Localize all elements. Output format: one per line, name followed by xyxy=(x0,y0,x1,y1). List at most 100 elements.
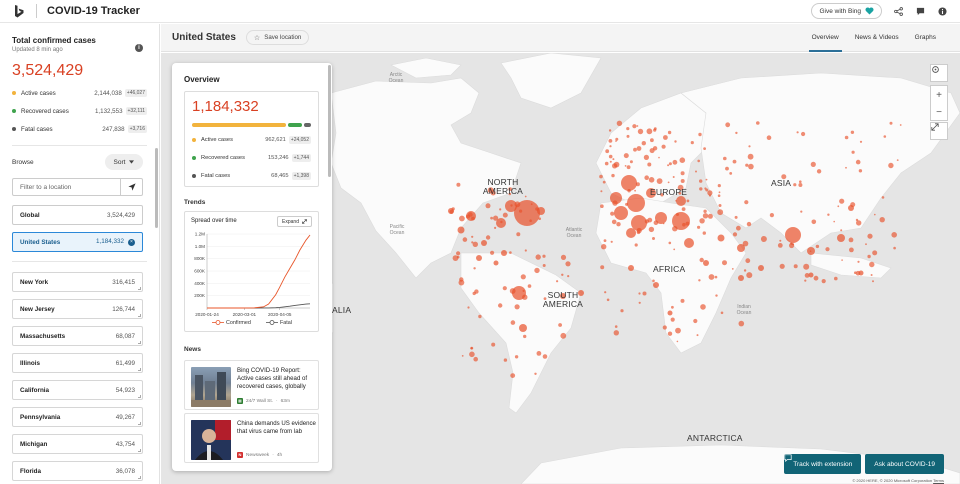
case-bubble[interactable] xyxy=(644,219,649,224)
case-bubble[interactable] xyxy=(481,240,487,246)
case-bubble[interactable] xyxy=(490,250,495,255)
case-bubble[interactable] xyxy=(612,158,615,161)
case-bubble[interactable] xyxy=(708,194,712,197)
case-bubble[interactable] xyxy=(734,215,738,219)
case-bubble[interactable] xyxy=(634,243,638,247)
case-bubble[interactable] xyxy=(524,249,527,252)
case-bubble[interactable] xyxy=(766,135,772,140)
case-bubble[interactable] xyxy=(514,355,519,359)
case-bubble[interactable] xyxy=(535,254,541,260)
case-bubble[interactable] xyxy=(608,129,612,132)
case-bubble[interactable] xyxy=(723,156,727,161)
case-bubble[interactable] xyxy=(502,212,508,218)
case-bubble[interactable] xyxy=(850,130,855,134)
case-bubble[interactable] xyxy=(779,239,782,242)
case-bubble[interactable] xyxy=(717,184,721,188)
case-bubble[interactable] xyxy=(509,288,516,294)
case-bubble[interactable] xyxy=(679,157,686,163)
case-bubble[interactable] xyxy=(652,279,655,283)
case-bubble[interactable] xyxy=(471,235,474,238)
case-bubble[interactable] xyxy=(785,227,801,243)
case-bubble[interactable] xyxy=(676,213,679,216)
case-bubble[interactable] xyxy=(702,231,706,235)
case-bubble[interactable] xyxy=(855,159,861,165)
case-bubble[interactable] xyxy=(796,131,799,134)
case-bubble[interactable] xyxy=(560,332,567,339)
case-bubble[interactable] xyxy=(519,324,527,332)
case-bubble[interactable] xyxy=(474,289,479,294)
case-bubble[interactable] xyxy=(736,225,741,231)
case-bubble[interactable] xyxy=(816,169,822,174)
case-bubble[interactable] xyxy=(633,147,637,152)
case-bubble[interactable] xyxy=(851,150,855,154)
selected-location-card[interactable]: United States 1,184,332 × xyxy=(12,232,143,252)
case-bubble[interactable] xyxy=(627,194,645,212)
case-bubble[interactable] xyxy=(696,334,699,337)
case-bubble[interactable] xyxy=(626,134,630,138)
case-bubble[interactable] xyxy=(685,221,690,226)
state-card[interactable]: Illinois 61,499 xyxy=(12,353,143,373)
case-bubble[interactable] xyxy=(804,273,810,278)
case-bubble[interactable] xyxy=(681,207,686,212)
case-bubble[interactable] xyxy=(606,298,610,302)
case-bubble[interactable] xyxy=(731,268,734,270)
case-bubble[interactable] xyxy=(844,135,849,140)
case-bubble[interactable] xyxy=(837,234,845,242)
case-bubble[interactable] xyxy=(530,203,533,206)
case-bubble[interactable] xyxy=(799,180,802,183)
case-bubble[interactable] xyxy=(491,342,496,347)
case-bubble[interactable] xyxy=(498,303,503,308)
case-bubble[interactable] xyxy=(743,269,747,272)
case-bubble[interactable] xyxy=(815,244,820,249)
case-bubble[interactable] xyxy=(609,160,612,163)
case-bubble[interactable] xyxy=(467,306,470,309)
case-bubble[interactable] xyxy=(561,273,564,276)
case-bubble[interactable] xyxy=(458,279,465,286)
info-icon[interactable] xyxy=(936,5,948,17)
case-bubble[interactable] xyxy=(738,320,745,327)
case-bubble[interactable] xyxy=(680,179,685,183)
case-bubble[interactable] xyxy=(845,166,847,169)
case-bubble[interactable] xyxy=(534,267,540,274)
case-bubble[interactable] xyxy=(717,234,725,242)
case-bubble[interactable] xyxy=(758,265,764,271)
case-bubble[interactable] xyxy=(698,132,702,137)
case-bubble[interactable] xyxy=(609,145,612,148)
case-bubble[interactable] xyxy=(603,239,607,243)
case-bubble[interactable] xyxy=(613,161,620,168)
case-bubble[interactable] xyxy=(510,320,516,325)
case-bubble[interactable] xyxy=(520,274,526,280)
case-bubble[interactable] xyxy=(699,257,704,263)
case-bubble[interactable] xyxy=(456,182,461,187)
state-card[interactable]: Michigan 43,754 xyxy=(12,434,143,454)
case-bubble[interactable] xyxy=(697,225,701,229)
case-bubble[interactable] xyxy=(509,251,512,254)
case-bubble[interactable] xyxy=(637,128,644,135)
case-bubble[interactable] xyxy=(801,131,806,137)
case-bubble[interactable] xyxy=(715,294,718,297)
zoom-in-icon[interactable]: + xyxy=(936,90,942,101)
case-bubble[interactable] xyxy=(702,213,709,219)
case-bubble[interactable] xyxy=(708,274,715,280)
case-bubble[interactable] xyxy=(707,213,713,219)
case-bubble[interactable] xyxy=(676,196,686,206)
case-bubble[interactable] xyxy=(472,241,478,247)
case-bubble[interactable] xyxy=(693,318,698,324)
filter-location-input[interactable] xyxy=(13,183,120,191)
case-bubble[interactable] xyxy=(558,323,562,327)
tab-overview[interactable]: Overview xyxy=(808,24,842,52)
case-bubble[interactable] xyxy=(810,161,816,167)
case-bubble[interactable] xyxy=(854,271,857,274)
case-bubble[interactable] xyxy=(699,179,703,183)
case-bubble[interactable] xyxy=(499,208,502,211)
case-bubble[interactable] xyxy=(674,140,677,143)
case-bubble[interactable] xyxy=(856,220,862,226)
case-bubble[interactable] xyxy=(891,232,897,238)
case-bubble[interactable] xyxy=(889,121,893,125)
case-bubble[interactable] xyxy=(888,162,894,169)
case-bubble[interactable] xyxy=(738,275,744,281)
case-bubble[interactable] xyxy=(527,284,532,288)
case-bubble[interactable] xyxy=(670,317,675,322)
case-bubble[interactable] xyxy=(636,230,641,235)
case-bubble[interactable] xyxy=(536,351,542,356)
